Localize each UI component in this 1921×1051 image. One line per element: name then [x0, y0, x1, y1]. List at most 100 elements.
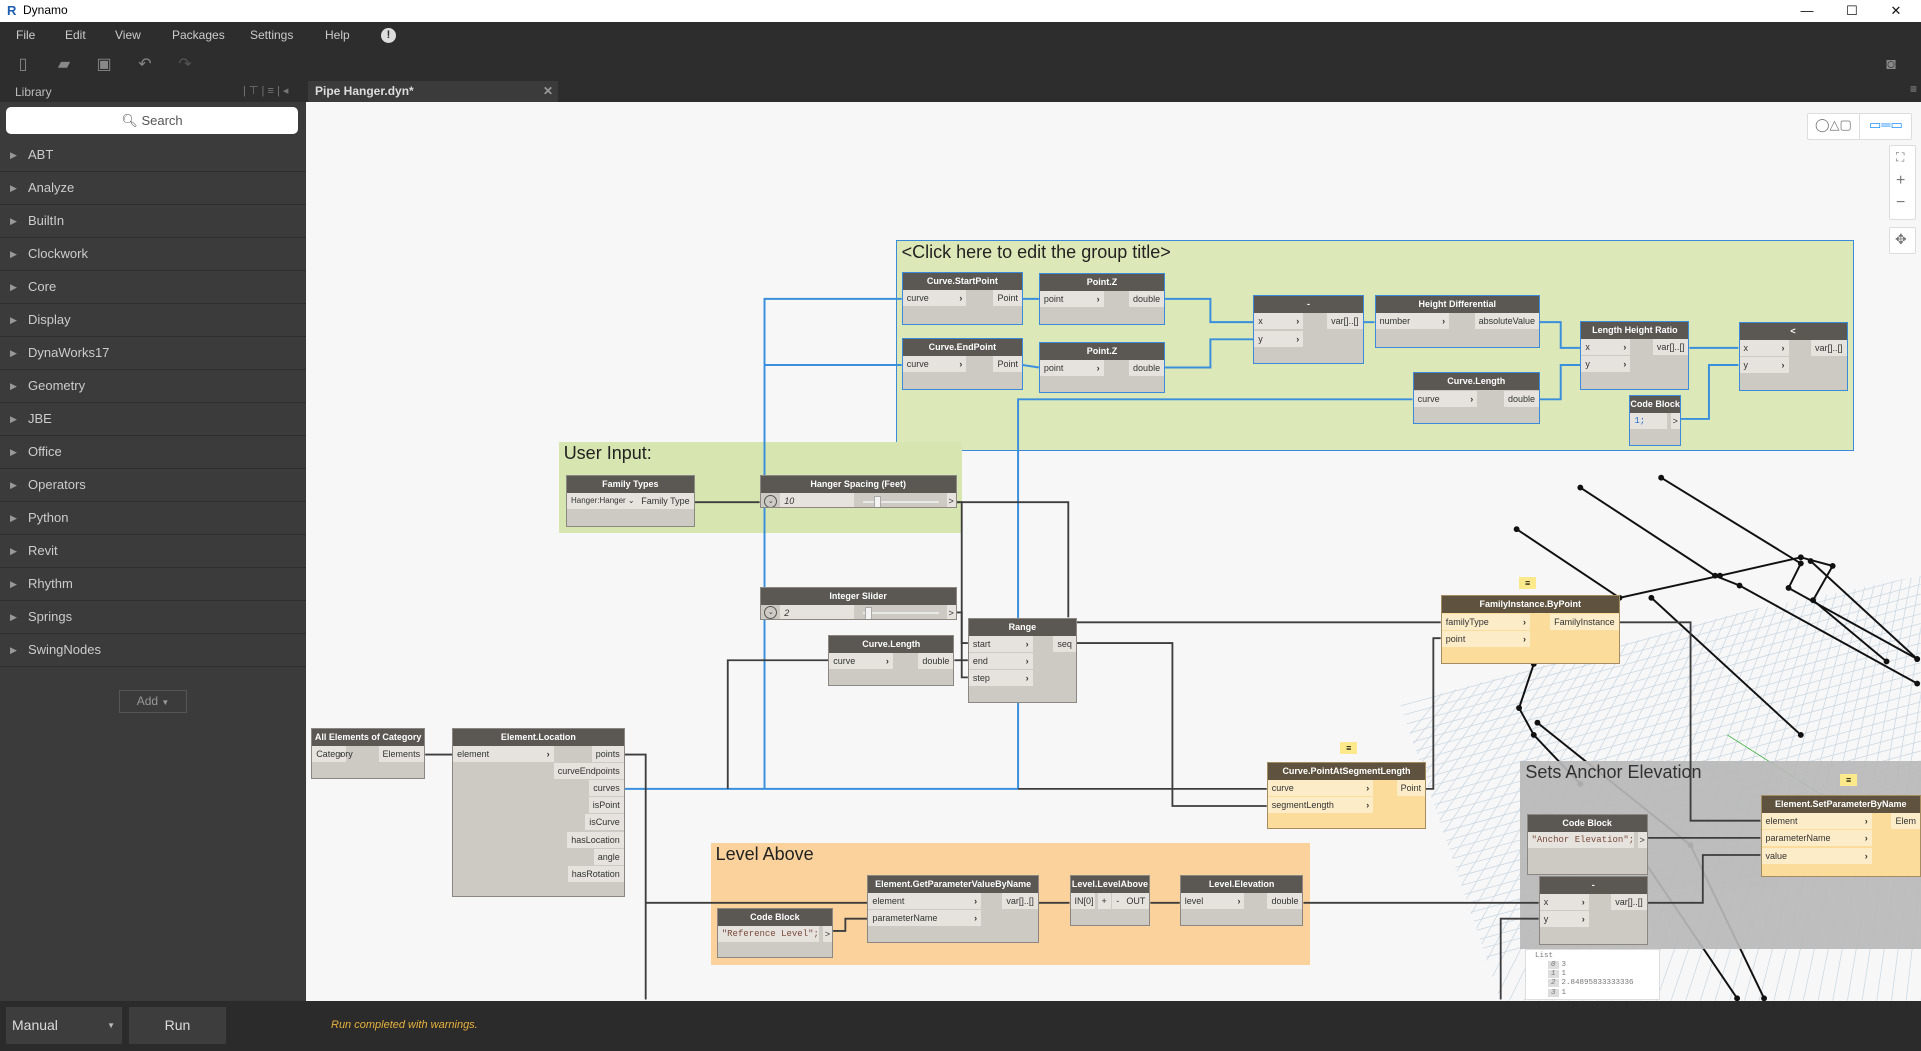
- output-port-point[interactable]: Point: [1396, 780, 1426, 797]
- zoom-in-icon[interactable]: +: [1896, 172, 1905, 190]
- slider-track[interactable]: [863, 612, 940, 615]
- family-type-dropdown[interactable]: Hanger:Hanger ⌄: [567, 493, 639, 510]
- output-port-points[interactable]: points: [591, 745, 624, 762]
- node-title[interactable]: Point.Z: [1039, 274, 1165, 292]
- node-subtract[interactable]: - x › y › var[]..[]: [1538, 876, 1648, 945]
- output-port-elem[interactable]: Elem: [1891, 813, 1920, 830]
- code-block-editor[interactable]: "Reference Level";: [717, 925, 820, 942]
- input-port-value[interactable]: value ›: [1761, 847, 1872, 864]
- output-port-family-type[interactable]: Family Type: [637, 493, 694, 510]
- input-port-curve[interactable]: curve ›: [902, 356, 967, 373]
- input-port-point[interactable]: point ›: [1039, 291, 1104, 308]
- node-code-block[interactable]: Code Block 1; >: [1629, 394, 1681, 446]
- input-port-y[interactable]: y ›: [1539, 911, 1589, 928]
- output-port-double[interactable]: double: [1267, 892, 1303, 909]
- node-title[interactable]: Level.LevelAbove: [1070, 875, 1150, 893]
- node-title[interactable]: Length Height Ratio: [1581, 322, 1689, 339]
- node-title[interactable]: Family Types: [567, 476, 694, 494]
- add-input-button[interactable]: +: [1097, 892, 1111, 909]
- output-port-haslocation[interactable]: hasLocation: [567, 831, 624, 848]
- node-hanger-spacing-feet[interactable]: Hanger Spacing (Feet) ⌄ 10 >: [759, 475, 957, 509]
- group-title[interactable]: User Input:: [564, 443, 652, 464]
- input-port-element[interactable]: element ›: [868, 892, 982, 909]
- group-title[interactable]: Level Above: [716, 844, 814, 865]
- input-port-curve[interactable]: curve ›: [1267, 780, 1374, 797]
- output-port-double[interactable]: double: [1129, 291, 1165, 308]
- node-all-elements-of-category[interactable]: All Elements of Category Category › Element…: [311, 727, 426, 780]
- node-title[interactable]: Element.SetParameterByName: [1761, 796, 1920, 814]
- output-port-subtract[interactable]: >: [1637, 831, 1647, 848]
- node-curve-pointatsegmentlength[interactable]: Curve.PointAtSegmentLength curve › segmentL…: [1266, 762, 1427, 830]
- slider-thumb[interactable]: [874, 495, 882, 508]
- graph-view-icon[interactable]: ▭═▭: [1869, 117, 1903, 133]
- output-port-ispoint[interactable]: isPoint: [588, 797, 624, 814]
- node-title[interactable]: Code Block: [1527, 814, 1647, 832]
- node-title[interactable]: Point.Z: [1039, 342, 1165, 360]
- node-family-types[interactable]: Family Types Hanger:Hanger ⌄ Family Type: [566, 475, 695, 527]
- output-port-var[interactable]: var[]..[]: [1002, 892, 1038, 909]
- node-title[interactable]: Curve.EndPoint: [902, 339, 1022, 357]
- zoom-fit-icon[interactable]: ⛶: [1896, 150, 1904, 165]
- output-port-out[interactable]: OUT: [1122, 892, 1150, 909]
- expand-slider-icon[interactable]: ⌄: [764, 606, 778, 619]
- node-title[interactable]: Curve.Length: [829, 635, 954, 653]
- input-port-curve[interactable]: curve ›: [829, 652, 893, 669]
- geometry-view-icon[interactable]: ◯△▢: [1815, 117, 1852, 133]
- output-port-point[interactable]: Point: [993, 290, 1022, 307]
- output-port-var[interactable]: var[]..[]: [1327, 313, 1363, 330]
- input-port-start[interactable]: start ›: [968, 635, 1033, 652]
- input-port-curve[interactable]: curve ›: [1413, 390, 1478, 407]
- output-port-var[interactable]: var[]..[]: [1810, 340, 1847, 357]
- input-port-step[interactable]: step ›: [968, 670, 1033, 686]
- output-port-subtract[interactable]: >: [1670, 412, 1680, 429]
- node-title[interactable]: Element.GetParameterValueByName: [868, 875, 1038, 893]
- input-port-number[interactable]: number ›: [1375, 313, 1450, 330]
- input-port-parametername[interactable]: parameterName ›: [1761, 830, 1872, 847]
- output-port-var[interactable]: var[]..[]: [1611, 894, 1647, 911]
- input-port-y[interactable]: y ›: [1739, 357, 1789, 374]
- node-title[interactable]: Curve.Length: [1413, 373, 1539, 391]
- output-port-elements[interactable]: Elements: [378, 745, 425, 762]
- node-element-location[interactable]: Element.Location element › points curveEndpo…: [452, 727, 625, 897]
- input-port-point[interactable]: point ›: [1441, 630, 1530, 647]
- output-port-double[interactable]: double: [918, 652, 954, 669]
- pan-icon[interactable]: ✥: [1895, 231, 1907, 248]
- node-title[interactable]: All Elements of Category: [312, 728, 425, 746]
- node-title[interactable]: <: [1739, 323, 1847, 341]
- input-port-x[interactable]: x ›: [1539, 894, 1589, 911]
- node-point-z[interactable]: Point.Z point › double: [1038, 341, 1166, 394]
- input-port-y[interactable]: y ›: [1254, 330, 1304, 347]
- input-port-y[interactable]: y ›: [1581, 356, 1631, 373]
- input-port-x[interactable]: x ›: [1739, 340, 1789, 357]
- node-title[interactable]: Hanger Spacing (Feet): [760, 476, 956, 494]
- node-title[interactable]: Range: [968, 618, 1076, 636]
- output-port-subtract[interactable]: >: [946, 493, 956, 508]
- node-title[interactable]: Code Block: [717, 908, 833, 926]
- zoom-out-icon[interactable]: −: [1896, 194, 1905, 212]
- node-subtract[interactable]: - x › y › var[]..[]: [1253, 295, 1364, 364]
- node-curve-endpoint[interactable]: Curve.EndPoint curve › Point: [901, 338, 1023, 390]
- output-port-angle[interactable]: angle: [593, 848, 624, 865]
- node-title[interactable]: FamilyInstance.ByPoint: [1441, 596, 1619, 614]
- input-port-familytype[interactable]: familyType ›: [1441, 613, 1530, 630]
- node-title[interactable]: -: [1254, 296, 1363, 314]
- node-level-levelabove[interactable]: Level.LevelAbove IN[0] + - OUT: [1069, 874, 1151, 927]
- output-port-subtract[interactable]: >: [822, 925, 833, 942]
- input-port-parametername[interactable]: parameterName ›: [868, 909, 982, 926]
- output-port-double[interactable]: double: [1503, 390, 1539, 407]
- output-port-double[interactable]: double: [1129, 359, 1165, 376]
- input-port-x[interactable]: x ›: [1254, 313, 1304, 330]
- input-port-level[interactable]: level ›: [1180, 892, 1245, 909]
- expand-slider-icon[interactable]: ⌄: [764, 494, 778, 508]
- node-note-icon[interactable]: ≡: [1840, 774, 1858, 787]
- input-port-category[interactable]: Category ›: [312, 745, 353, 762]
- node-title[interactable]: Code Block: [1630, 395, 1680, 413]
- slider-value[interactable]: 2: [780, 604, 854, 619]
- node-point-z[interactable]: Point.Z point › double: [1038, 273, 1166, 325]
- output-port-subtract[interactable]: >: [946, 604, 956, 619]
- input-port-point[interactable]: point ›: [1039, 359, 1104, 376]
- input-port-segmentlength[interactable]: segmentLength ›: [1267, 797, 1374, 814]
- node-curve-length[interactable]: Curve.Length curve › double: [1412, 372, 1540, 424]
- node-curve-startpoint[interactable]: Curve.StartPoint curve › Point: [901, 272, 1023, 325]
- node-code-block[interactable]: Code Block "Anchor Elevation"; >: [1526, 813, 1648, 875]
